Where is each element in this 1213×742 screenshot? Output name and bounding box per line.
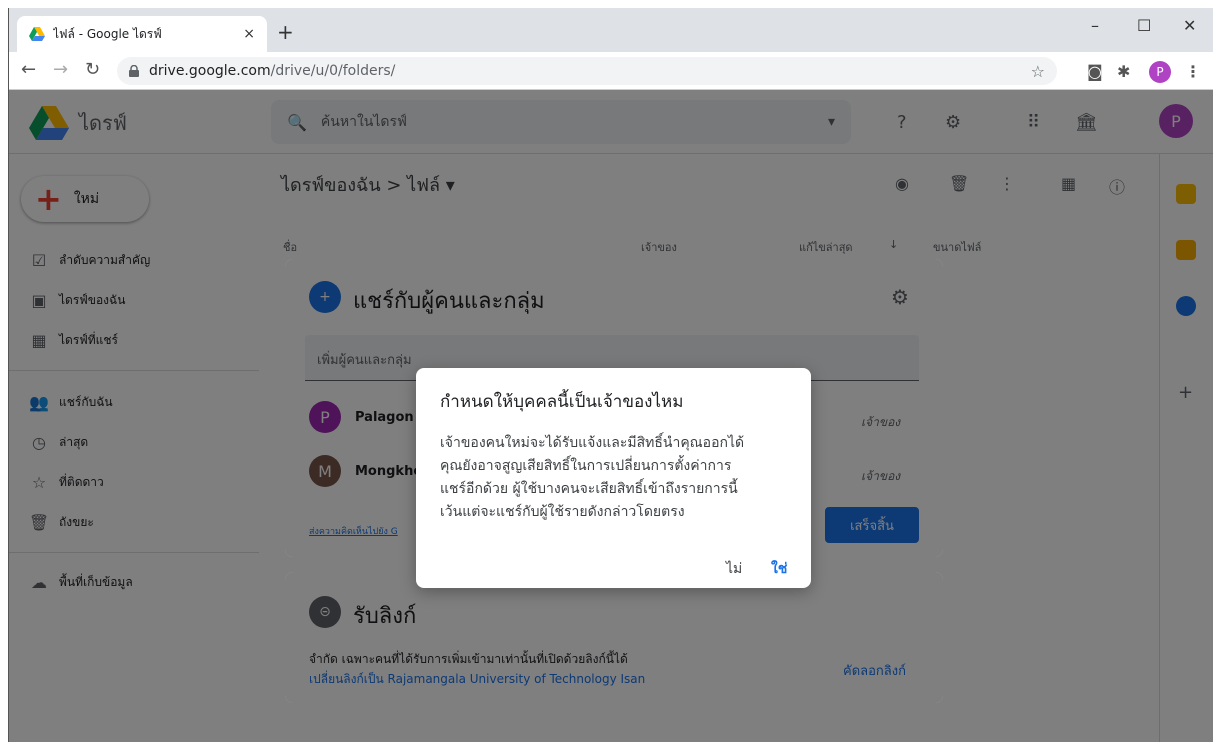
address-bar: ← → ↻ drive.google.com/drive/u/0/folders… — [9, 52, 1213, 90]
minimize-icon[interactable]: – — [1091, 16, 1099, 35]
message-line: เว้นแต่จะแชร์กับผู้ใช้รายดังกล่าวโดยตรง — [440, 504, 685, 520]
message-line: เจ้าของคนใหม่จะได้รับแจ้งและมีสิทธิ์นำคุ… — [440, 435, 745, 451]
make-owner-message: เจ้าของคนใหม่จะได้รับแจ้งและมีสิทธิ์นำคุ… — [440, 432, 790, 524]
back-arrow-icon[interactable]: ← — [21, 60, 36, 80]
window-close-icon[interactable]: ✕ — [1183, 16, 1196, 35]
get-link-card: ⊝ รับลิงก์ จำกัด เฉพาะคนที่ได้รับการเพิ่… — [285, 572, 943, 703]
no-button[interactable]: ไม่ — [726, 558, 742, 580]
tab-title: ไฟล์ - Google ไดรฟ์ — [53, 26, 162, 41]
link-card-dim — [285, 572, 943, 703]
extensions-puzzle-icon[interactable]: ✱ — [1117, 62, 1130, 81]
new-tab-button[interactable]: + — [277, 22, 294, 42]
maximize-icon[interactable]: ☐ — [1137, 16, 1151, 35]
url-path: /drive/u/0/folders/ — [270, 63, 396, 79]
url-host: drive.google.com — [149, 63, 271, 79]
browser-tab[interactable]: ไฟล์ - Google ไดรฟ์ × — [17, 16, 267, 52]
camera-extension-icon[interactable]: ◙ — [1087, 62, 1103, 81]
tab-close-icon[interactable]: × — [243, 26, 255, 42]
url-input[interactable]: drive.google.com/drive/u/0/folders/ ☆ — [117, 57, 1057, 85]
drive-favicon-icon — [29, 27, 45, 41]
browser-menu-icon[interactable]: ⋮ — [1185, 62, 1201, 81]
yes-button[interactable]: ใช่ — [771, 558, 787, 580]
tab-bar: ไฟล์ - Google ไดรฟ์ × + – ☐ ✕ — [9, 8, 1213, 52]
make-owner-dialog: กำหนดให้บุคคลนี้เป็นเจ้าของไหม เจ้าของคน… — [416, 368, 811, 588]
bookmark-star-icon[interactable]: ☆ — [1031, 62, 1045, 81]
message-line: แชร์อีกด้วย ผู้ใช้บางคนจะเสียสิทธิ์เข้าถ… — [440, 481, 738, 497]
reload-icon[interactable]: ↻ — [85, 60, 100, 80]
drive-page: ไดรฟ์ 🔍 ค้นหาในไดรฟ์ ▾ ? ⚙ ⠿ 🏛 P + ใหม่ … — [9, 90, 1213, 742]
lock-icon — [129, 65, 139, 77]
forward-arrow-icon[interactable]: → — [53, 60, 68, 80]
make-owner-title: กำหนดให้บุคคลนี้เป็นเจ้าของไหม — [440, 392, 684, 412]
browser-window: ไฟล์ - Google ไดรฟ์ × + – ☐ ✕ ← → ↻ driv… — [8, 8, 1213, 742]
browser-profile-avatar[interactable]: P — [1149, 61, 1171, 83]
message-line: คุณยังอาจสูญเสียสิทธิ์ในการเปลี่ยนการตั้… — [440, 458, 732, 474]
